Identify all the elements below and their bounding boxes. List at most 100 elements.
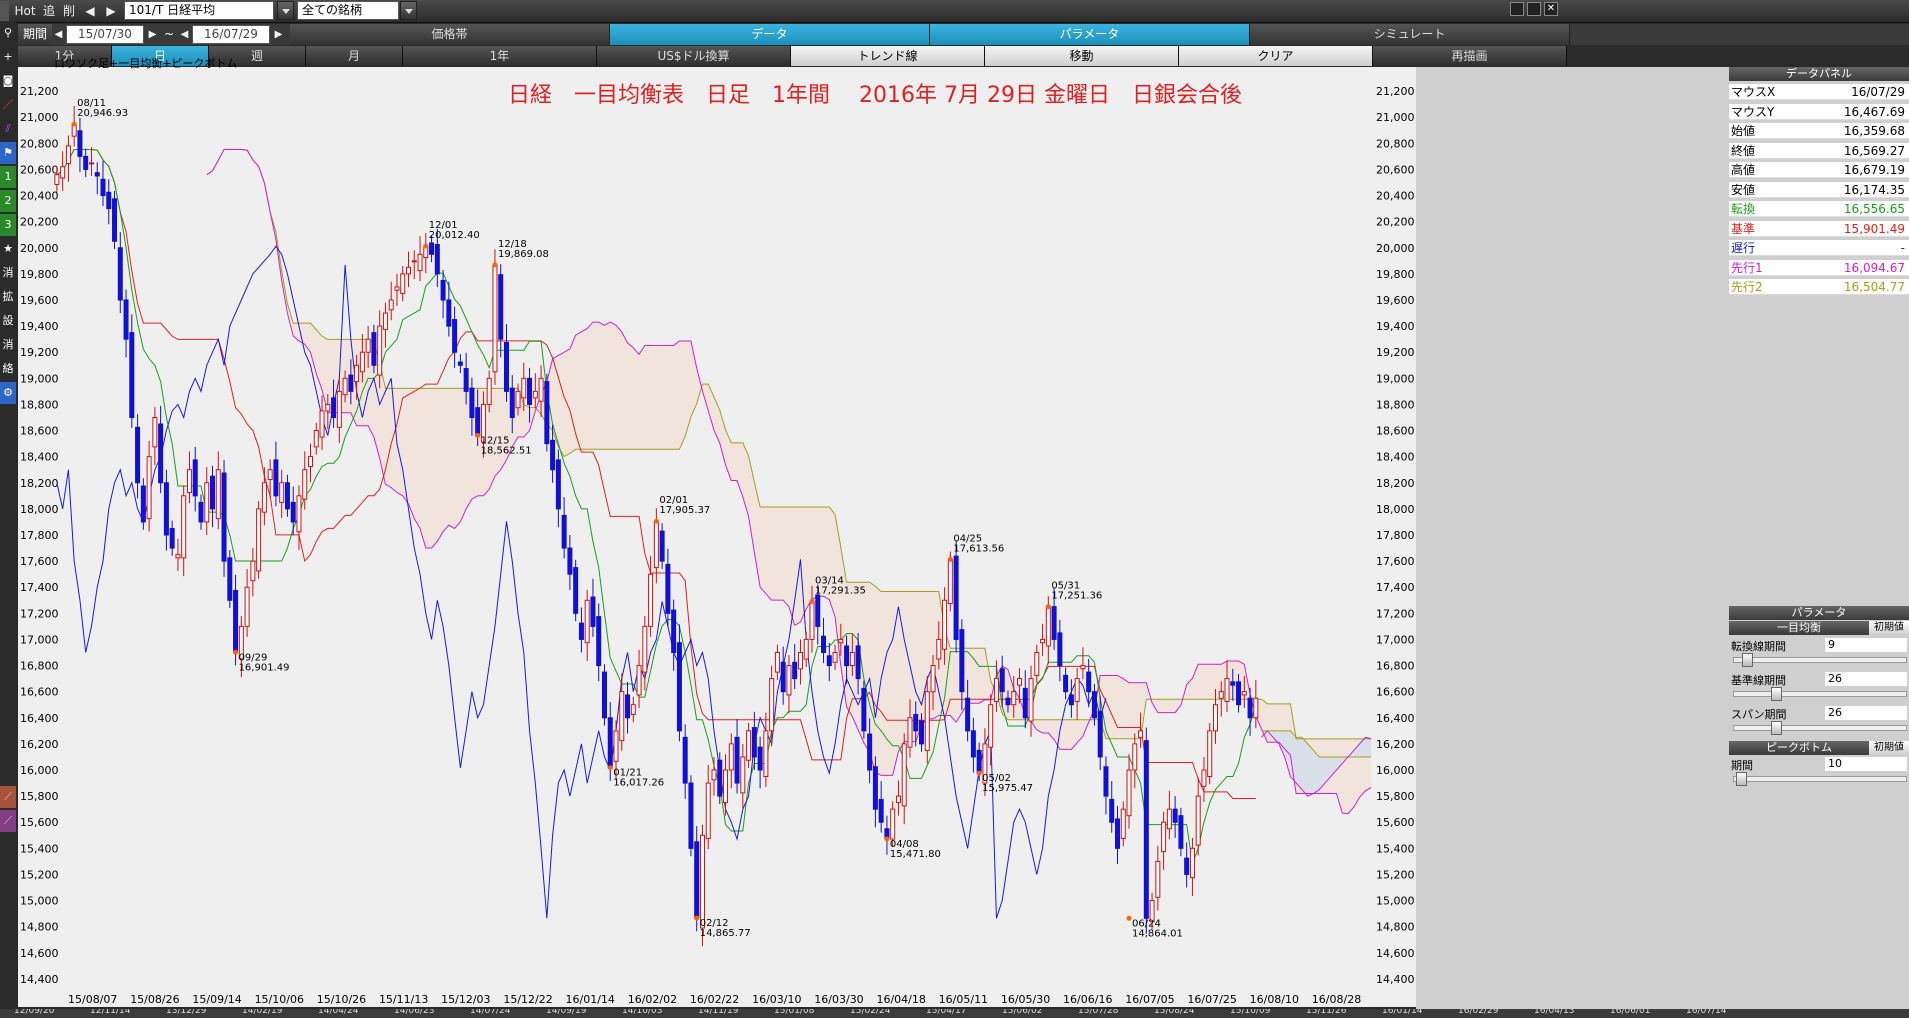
peak-marker — [694, 915, 700, 921]
candle-body — [405, 266, 411, 275]
peak-param-header: ピークボトム — [1729, 741, 1869, 755]
candle-body — [907, 717, 913, 748]
ichimoku-chart[interactable]: 14,400 14,400 14,600 14,600 14,800 14,800 15,0… — [18, 67, 1416, 1007]
symbol-dropdown-icon[interactable] — [277, 1, 294, 20]
tab-simulate[interactable]: シミュレート — [1250, 24, 1570, 45]
date-to-field[interactable]: 16/07/29 — [192, 25, 270, 44]
param-slider[interactable] — [1733, 657, 1907, 663]
to-next-icon[interactable]: ▶ — [272, 25, 285, 44]
search-icon[interactable]: ⚲ — [0, 22, 16, 44]
plus-icon[interactable]: + — [0, 46, 16, 68]
candle-body — [1132, 743, 1138, 771]
ichimoku-reset-button[interactable]: 初期値 — [1869, 621, 1909, 635]
preset-1-button[interactable]: 1 — [0, 166, 16, 188]
maximize-button[interactable] — [1527, 2, 1541, 16]
y-tick-label-left: 19,800 — [20, 268, 59, 281]
candle-body — [630, 704, 636, 716]
candle-body — [567, 547, 573, 575]
gear-icon[interactable]: ⚙ — [0, 382, 16, 404]
candle-body — [671, 609, 677, 654]
candle-body — [163, 482, 169, 536]
param-slider-handle[interactable] — [1770, 687, 1782, 701]
peak-period-slider-handle[interactable] — [1736, 772, 1748, 786]
candle-body — [123, 299, 129, 340]
timeline-strip[interactable]: 12/09/20 12/11/14 13/12/29 14/02/19 14/04/24… — [0, 1009, 1909, 1018]
channel-tool-icon[interactable]: ⫽ — [0, 118, 16, 140]
param-value[interactable]: 26 — [1825, 706, 1907, 720]
hot-button[interactable]: Hot — [12, 1, 38, 21]
prev-symbol-button[interactable]: ◀ — [80, 1, 100, 21]
add-button[interactable]: 追 — [40, 1, 58, 21]
peak-reset-button[interactable]: 初期値 — [1869, 741, 1909, 755]
x-tick-label: 15/08/07 — [68, 993, 117, 1006]
candle-body — [947, 558, 953, 605]
timeline-date: 16/02/29 — [1458, 1009, 1499, 1016]
trend-line-button[interactable]: トレンド線 — [791, 46, 985, 66]
erase2-button[interactable]: 消 — [0, 334, 16, 356]
symbol-select[interactable]: 101/T 日経平均 — [124, 1, 274, 20]
tab-parameters[interactable]: パラメータ — [930, 24, 1250, 45]
indicator-icon[interactable]: ⟋ — [0, 810, 16, 832]
candle-body — [746, 730, 752, 761]
from-prev-icon[interactable]: ◀ — [52, 25, 65, 44]
tab-data[interactable]: データ — [610, 24, 930, 45]
redraw-button[interactable]: 再描画 — [1373, 46, 1567, 66]
chart-area[interactable]: 14,400 14,400 14,600 14,600 14,800 14,800 15,0… — [18, 57, 1416, 1007]
candle-body — [625, 694, 631, 719]
candle-body — [503, 341, 509, 392]
candle-body — [469, 387, 475, 418]
y-tick-label-right: 15,200 — [1376, 868, 1415, 881]
peak-marker — [1045, 604, 1051, 610]
preset-3-button[interactable]: 3 — [0, 214, 16, 236]
chart-type-icon[interactable]: ⟋ — [0, 786, 16, 808]
filter-dropdown-icon[interactable] — [400, 1, 417, 20]
next-symbol-button[interactable]: ▶ — [101, 1, 121, 21]
clear-button[interactable]: クリア — [1179, 46, 1373, 66]
from-next-icon[interactable]: ▶ — [146, 25, 159, 44]
candle-body — [77, 130, 83, 157]
delete-button[interactable]: 削 — [60, 1, 78, 21]
candle-body — [1207, 730, 1213, 778]
peak-value-label: 16,017.26 — [613, 778, 664, 789]
y-tick-label-right: 15,400 — [1376, 842, 1415, 855]
line-tool-icon[interactable]: ／ — [0, 94, 16, 116]
candle-body — [227, 557, 233, 601]
range-1year[interactable]: 1年 — [403, 46, 597, 66]
close-button[interactable]: ✕ — [1544, 2, 1558, 16]
param-slider[interactable] — [1733, 725, 1907, 731]
star-icon[interactable]: ★ — [0, 238, 16, 260]
data-panel-header: データパネル — [1729, 67, 1909, 81]
data-row-value: 16,679.19 — [1843, 163, 1905, 177]
candle-body — [100, 178, 106, 197]
date-from-field[interactable]: 15/07/30 — [66, 25, 144, 44]
candle-body — [365, 338, 371, 353]
to-prev-icon[interactable]: ◀ — [178, 25, 191, 44]
param-slider[interactable] — [1733, 691, 1907, 697]
timeline-date: 15/02/24 — [850, 1009, 891, 1016]
minimize-button[interactable] — [1510, 2, 1524, 16]
candle-body — [1241, 691, 1247, 696]
filter-select[interactable]: 全ての銘柄 — [297, 1, 399, 20]
preset-2-button[interactable]: 2 — [0, 190, 16, 212]
corner-icon[interactable] — [0, 1, 9, 21]
peak-period-slider[interactable] — [1733, 776, 1907, 782]
tab-price-band[interactable]: 価格帯 — [290, 24, 610, 45]
param-value[interactable]: 9 — [1825, 638, 1907, 652]
interval-month[interactable]: 月 — [306, 46, 403, 66]
x-tick-label: 16/02/02 — [628, 993, 677, 1006]
y-tick-label-left: 15,600 — [20, 816, 59, 829]
camera-icon[interactable]: ◙ — [0, 70, 16, 92]
expand-button[interactable]: 拡 — [0, 286, 16, 308]
param-slider-handle[interactable] — [1770, 721, 1782, 735]
data-row-value: 16/07/29 — [1851, 85, 1905, 99]
usd-convert-button[interactable]: US$ドル換算 — [597, 46, 791, 66]
erase-button[interactable]: 消 — [0, 262, 16, 284]
peak-period-value[interactable]: 10 — [1825, 757, 1907, 771]
param-value[interactable]: 26 — [1825, 672, 1907, 686]
settings-button[interactable]: 設 — [0, 310, 16, 332]
param-slider-handle[interactable] — [1741, 653, 1753, 667]
link-button[interactable]: 絡 — [0, 358, 16, 380]
tenkan-line — [56, 148, 1257, 864]
flag-icon[interactable]: ⚑ — [0, 142, 16, 164]
move-button[interactable]: 移動 — [985, 46, 1179, 66]
